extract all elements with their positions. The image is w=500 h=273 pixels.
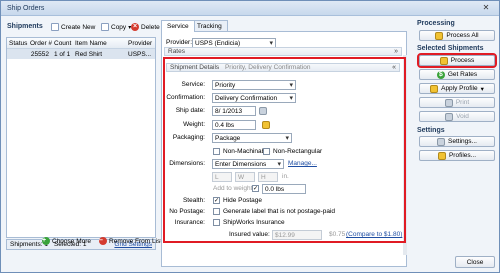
expand-chevron-icon[interactable]: » bbox=[394, 48, 398, 56]
column-order[interactable]: Order # bbox=[28, 38, 52, 48]
title-bar: Ship Orders ✕ bbox=[1, 1, 499, 16]
shipments-heading: Shipments bbox=[7, 23, 43, 30]
remove-icon: – bbox=[99, 237, 108, 245]
row-item-name: Red Shirt bbox=[75, 51, 103, 58]
row-order: 25552 bbox=[30, 51, 49, 58]
profiles-icon bbox=[437, 151, 446, 160]
ship-orders-window: Ship Orders ✕ Shipments Create New Copy … bbox=[0, 0, 500, 273]
copy-label: Copy bbox=[111, 23, 127, 31]
tab-service[interactable]: Service bbox=[161, 20, 195, 32]
remove-from-list-label: Remove From List bbox=[109, 237, 163, 245]
create-new-label: Create New bbox=[61, 23, 96, 31]
print-button[interactable]: Print bbox=[419, 97, 495, 108]
rates-label: Rates bbox=[168, 48, 185, 55]
list-actions: + Choose More – Remove From List bbox=[42, 237, 162, 245]
process-all-label: Process All bbox=[446, 32, 479, 39]
settings-label: Settings... bbox=[448, 138, 477, 145]
apply-profile-label: Apply Profile bbox=[441, 85, 478, 92]
process-label: Process bbox=[450, 57, 475, 64]
rates-section-header[interactable]: Rates » bbox=[164, 47, 402, 56]
apply-profile-button[interactable]: Apply Profile ▾ bbox=[419, 83, 495, 94]
profiles-label: Profiles... bbox=[448, 152, 477, 159]
row-provider: USPS... bbox=[128, 51, 152, 58]
process-all-icon bbox=[435, 31, 444, 40]
add-icon: + bbox=[42, 237, 50, 245]
copy-button[interactable]: Copy ▾ bbox=[101, 22, 131, 32]
column-provider[interactable]: Provider bbox=[126, 38, 155, 48]
delete-icon: × bbox=[131, 23, 139, 31]
highlight-box-shipment-details bbox=[163, 57, 406, 243]
column-count[interactable]: Count bbox=[52, 38, 73, 48]
void-icon bbox=[445, 112, 454, 121]
get-rates-label: Get Rates bbox=[447, 71, 478, 78]
row-count: 1 of 1 bbox=[54, 51, 71, 58]
process-button[interactable]: Process bbox=[417, 53, 497, 68]
void-label: Void bbox=[456, 113, 469, 120]
row-status bbox=[7, 49, 28, 59]
get-rates-button[interactable]: $ Get Rates bbox=[419, 69, 495, 80]
close-button[interactable]: Close bbox=[455, 256, 495, 268]
get-rates-icon: $ bbox=[436, 70, 445, 79]
choose-more-label: Choose More bbox=[52, 237, 92, 245]
process-all-button[interactable]: Process All bbox=[419, 30, 495, 41]
grid-header: Status Order # Count Item Name Provider bbox=[7, 38, 155, 49]
column-item-name[interactable]: Item Name bbox=[73, 38, 126, 48]
choose-more-button[interactable]: + Choose More bbox=[42, 237, 91, 245]
delete-label: Delete bbox=[141, 23, 160, 31]
column-status[interactable]: Status bbox=[7, 38, 28, 48]
provider-label: Provider: bbox=[166, 39, 193, 46]
remove-from-list-button[interactable]: – Remove From List bbox=[99, 237, 162, 245]
tab-tracking[interactable]: Tracking bbox=[191, 20, 228, 31]
window-close-icon[interactable]: ✕ bbox=[479, 2, 493, 13]
apply-profile-dropdown-icon: ▾ bbox=[480, 85, 484, 93]
settings-heading: Settings bbox=[417, 127, 445, 134]
window-title: Ship Orders bbox=[7, 5, 45, 12]
apply-profile-icon bbox=[430, 84, 439, 93]
table-row[interactable]: 25552 1 of 1 Red Shirt USPS... bbox=[7, 49, 155, 59]
selected-shipments-heading: Selected Shipments bbox=[417, 45, 484, 52]
create-new-button[interactable]: Create New bbox=[51, 22, 95, 32]
print-icon bbox=[444, 98, 453, 107]
settings-icon bbox=[437, 137, 446, 146]
processing-heading: Processing bbox=[417, 20, 455, 27]
new-document-icon bbox=[51, 23, 59, 31]
print-label: Print bbox=[455, 99, 470, 106]
shipments-panel: Shipments Create New Copy ▾ × Delete Sta… bbox=[6, 19, 160, 266]
process-icon bbox=[439, 56, 448, 65]
delete-button[interactable]: × Delete bbox=[131, 22, 160, 32]
settings-button[interactable]: Settings... bbox=[419, 136, 495, 147]
copy-icon bbox=[101, 23, 109, 31]
profiles-button[interactable]: Profiles... bbox=[419, 150, 495, 161]
shipments-toolbar: Shipments Create New Copy ▾ × Delete bbox=[6, 19, 160, 35]
void-button[interactable]: Void bbox=[419, 111, 495, 122]
